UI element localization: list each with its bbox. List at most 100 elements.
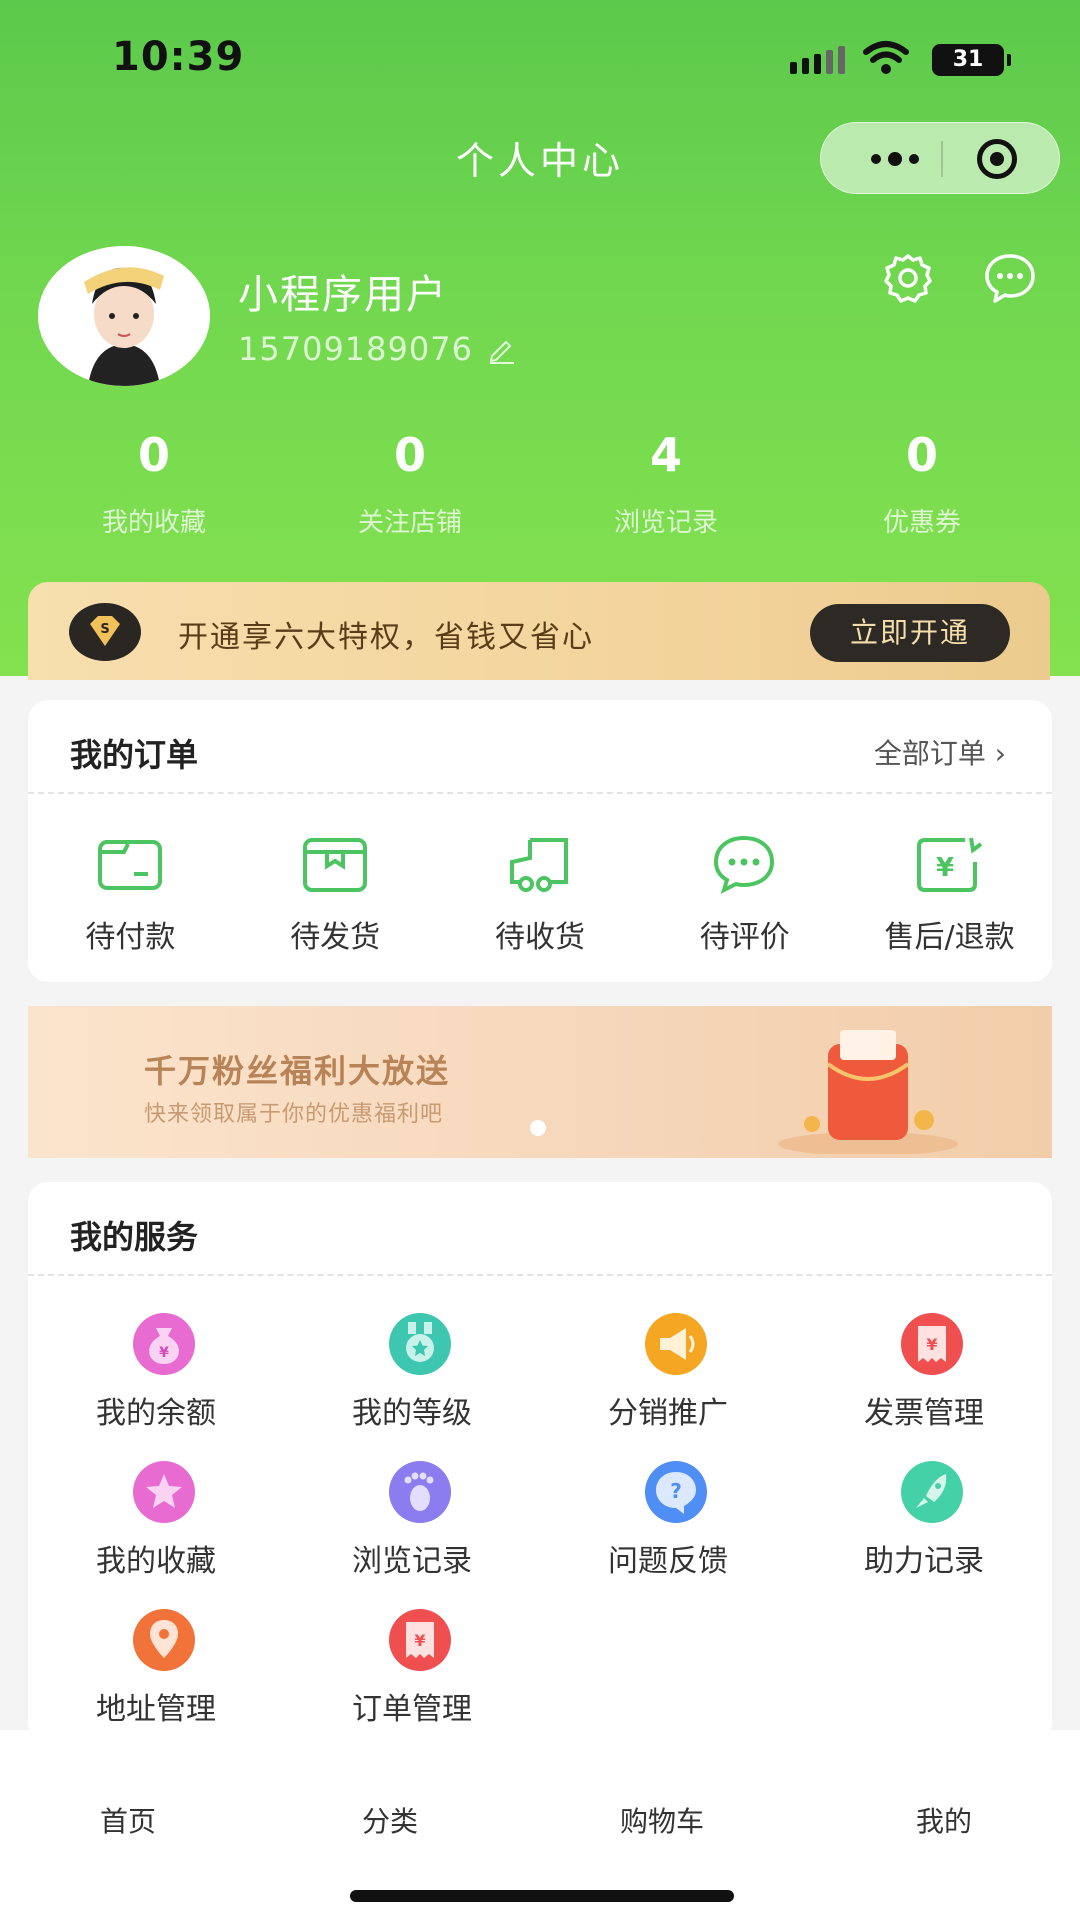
phone-number: 15709189076 — [238, 330, 473, 368]
service-label: 浏览记录 — [352, 1544, 472, 1579]
wallet-icon — [98, 840, 162, 890]
order-after-sales[interactable]: ¥ 售后/退款 — [847, 822, 1052, 972]
service-label: 订单管理 — [352, 1692, 472, 1727]
vip-banner[interactable]: S 开通享六大特权，省钱又省心 立即开通 — [28, 582, 1050, 680]
rocket-icon — [901, 1461, 963, 1523]
activate-vip-button[interactable]: 立即开通 — [810, 604, 1010, 662]
stat-label: 关注店铺 — [357, 508, 462, 538]
service-feedback[interactable]: ? 问题反馈 — [540, 1460, 796, 1600]
stat-history[interactable]: 4 浏览记录 — [538, 428, 794, 539]
stat-value: 0 — [393, 428, 426, 482]
order-label: 待付款 — [85, 920, 176, 955]
order-label: 待评价 — [699, 920, 790, 955]
stat-favorites[interactable]: 0 我的收藏 — [26, 428, 282, 539]
status-time: 10:39 — [112, 34, 245, 80]
tab-mine[interactable]: 我的 — [916, 1800, 972, 1840]
order-pending-review[interactable]: 待评价 — [642, 822, 847, 972]
status-bar: 10:39 31 — [0, 0, 1080, 110]
edit-icon[interactable] — [486, 334, 516, 364]
level-medal-icon — [389, 1313, 451, 1375]
order-pending-payment[interactable]: 待付款 — [28, 822, 233, 972]
service-address[interactable]: 地址管理 — [28, 1608, 284, 1748]
orders-title: 我的订单 — [70, 736, 199, 774]
order-label: 待发货 — [290, 920, 381, 955]
stat-label: 优惠券 — [882, 508, 961, 538]
order-pending-shipment[interactable]: 待发货 — [233, 822, 438, 972]
miniprogram-capsule — [820, 122, 1060, 194]
tab-cart[interactable]: 购物车 — [620, 1800, 704, 1840]
service-history[interactable]: 浏览记录 — [284, 1460, 540, 1600]
stat-value: 0 — [905, 428, 938, 482]
vip-diamond-icon: S — [69, 603, 141, 661]
comment-icon — [714, 835, 775, 894]
orders-card: 我的订单 全部订单 › 待付款 待发货 待收货 待评价 ¥ 售后/退款 — [28, 700, 1052, 982]
box-icon — [302, 838, 367, 892]
service-boost-records[interactable]: 助力记录 — [796, 1460, 1052, 1600]
money-bag-icon: ¥ — [133, 1313, 195, 1375]
banner-title: 千万粉丝福利大放送 — [144, 1052, 451, 1090]
close-miniprogram-icon[interactable] — [977, 139, 1017, 179]
all-orders-link[interactable]: 全部订单 › — [874, 732, 1006, 772]
stat-label: 我的收藏 — [101, 508, 206, 538]
signal-icon — [790, 46, 845, 74]
service-level[interactable]: 我的等级 — [284, 1312, 540, 1452]
location-pin-icon — [133, 1609, 195, 1671]
stat-coupons[interactable]: 0 优惠券 — [794, 428, 1050, 539]
svg-text:¥: ¥ — [936, 853, 954, 883]
invoice-icon: ¥ — [901, 1313, 963, 1375]
service-favorites[interactable]: 我的收藏 — [28, 1460, 284, 1600]
footprint-icon — [389, 1461, 451, 1523]
banner-subtitle: 快来领取属于你的优惠福利吧 — [144, 1102, 444, 1127]
stat-followed-shops[interactable]: 0 关注店铺 — [282, 428, 538, 539]
service-distribution[interactable]: 分销推广 — [540, 1312, 796, 1452]
service-order-management[interactable]: ¥ 订单管理 — [284, 1608, 540, 1748]
username: 小程序用户 — [238, 272, 448, 318]
order-pending-receipt[interactable]: 待收货 — [438, 822, 643, 972]
svg-text:¥: ¥ — [159, 1345, 169, 1361]
service-label: 发票管理 — [864, 1396, 984, 1431]
service-label: 地址管理 — [96, 1692, 216, 1727]
refund-icon: ¥ — [917, 837, 983, 892]
megaphone-icon — [645, 1313, 707, 1375]
gear-icon[interactable] — [880, 250, 936, 306]
stat-value: 4 — [649, 428, 682, 482]
services-title: 我的服务 — [70, 1218, 199, 1256]
service-label: 我的等级 — [352, 1396, 472, 1431]
order-ticket-icon: ¥ — [389, 1609, 451, 1671]
tab-category[interactable]: 分类 — [362, 1800, 418, 1840]
question-icon: ? — [645, 1461, 707, 1523]
svg-text:¥: ¥ — [414, 1631, 425, 1650]
stat-value: 0 — [137, 428, 170, 482]
services-card: 我的服务 ¥ 我的余额 我的等级 分销推广 ¥ 发票管理 我的收藏 浏览记录 ? — [28, 1182, 1052, 1742]
battery-icon: 31 — [932, 44, 1011, 76]
carousel-indicator[interactable] — [530, 1120, 546, 1136]
vip-promo-text: 开通享六大特权，省钱又省心 — [178, 620, 594, 655]
tab-home[interactable]: 首页 — [100, 1800, 156, 1840]
stat-label: 浏览记录 — [613, 508, 718, 538]
svg-text:?: ? — [670, 1479, 682, 1503]
chevron-right-icon: › — [994, 737, 1006, 770]
truck-icon — [509, 838, 568, 892]
service-label: 我的余额 — [96, 1396, 216, 1431]
stats-row: 0 我的收藏 0 关注店铺 4 浏览记录 0 优惠券 — [0, 428, 1080, 539]
capsule-divider — [941, 141, 943, 177]
service-label: 问题反馈 — [608, 1544, 728, 1579]
red-envelope-illustration — [778, 1030, 958, 1154]
service-balance[interactable]: ¥ 我的余额 — [28, 1312, 284, 1452]
order-label: 售后/退款 — [884, 920, 1015, 955]
promo-banner[interactable]: 千万粉丝福利大放送 快来领取属于你的优惠福利吧 — [28, 1006, 1052, 1158]
order-label: 待收货 — [494, 920, 585, 955]
more-icon[interactable] — [855, 123, 935, 195]
svg-text:S: S — [100, 622, 109, 637]
svg-text:¥: ¥ — [926, 1335, 937, 1354]
divider — [28, 1274, 1052, 1276]
service-invoice[interactable]: ¥ 发票管理 — [796, 1312, 1052, 1452]
all-orders-label: 全部订单 — [873, 737, 986, 770]
service-label: 分销推广 — [608, 1396, 728, 1431]
star-icon — [133, 1461, 195, 1523]
divider — [28, 792, 1052, 794]
avatar[interactable] — [38, 246, 210, 386]
service-label: 我的收藏 — [96, 1544, 216, 1579]
message-icon[interactable] — [982, 250, 1038, 306]
wifi-icon — [863, 41, 909, 74]
